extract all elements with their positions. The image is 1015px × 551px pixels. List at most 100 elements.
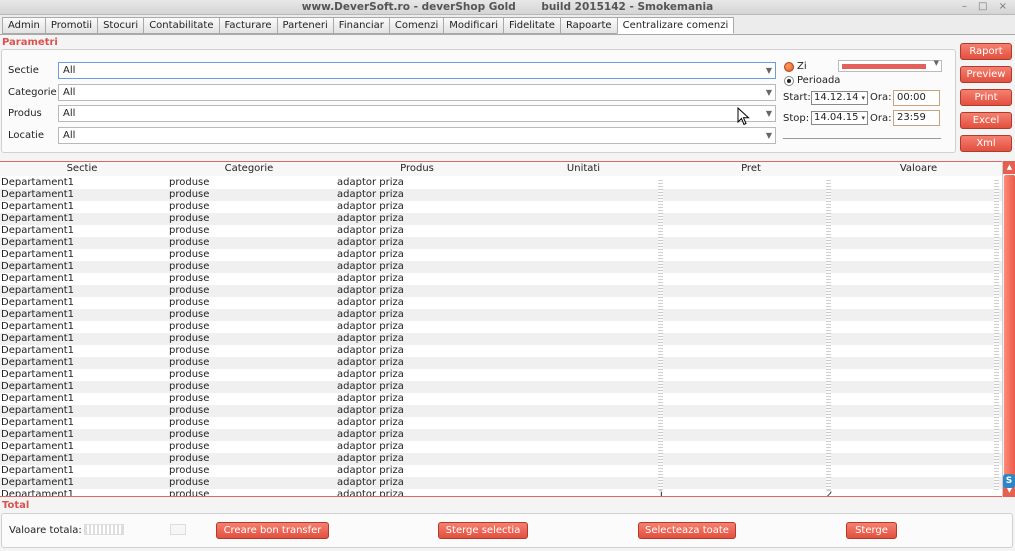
results-table[interactable]: Sectie Categorie Produs Unitati Pret Val… [0,161,1002,497]
window-controls[interactable]: – □ × [962,1,1011,12]
radio-perioada-indicator[interactable] [784,75,794,86]
tab-modificari[interactable]: Modificari [443,17,503,34]
cell-sectie: Departament1 [1,213,75,224]
table-row[interactable]: Departament1 produse adaptor priza [0,417,1002,429]
column-header-valoare[interactable]: Valoare [835,163,1002,174]
column-header-unitati[interactable]: Unitati [500,163,667,174]
cell-produs: adaptor priza [337,297,404,308]
table-row[interactable]: Departament1 produse adaptor priza [0,285,1002,297]
table-row[interactable]: Departament1 produse adaptor priza [0,369,1002,381]
table-row[interactable]: Departament1 produse adaptor priza [0,357,1002,369]
chevron-down-icon[interactable]: ▼ [766,128,772,143]
column-header-produs[interactable]: Produs [334,163,500,174]
cell-produs: adaptor priza [337,357,404,368]
table-row[interactable]: Departament1 produse adaptor priza [0,405,1002,417]
table-row[interactable]: Departament1 produse adaptor priza 1 2 [0,489,1002,496]
xml-button[interactable]: Xml [960,135,1012,152]
table-row[interactable]: Departament1 produse adaptor priza [0,177,1002,189]
sterge-selectia-button[interactable]: Sterge selectia [438,522,528,539]
cell-categorie: produse [169,309,210,320]
produs-select[interactable]: All ▼ [58,105,776,122]
print-button[interactable]: Print [960,89,1012,106]
table-row[interactable]: Departament1 produse adaptor priza [0,249,1002,261]
chevron-down-icon[interactable]: ▾ [861,112,865,124]
table-row[interactable]: Departament1 produse adaptor priza [0,225,1002,237]
sterge-button[interactable]: Sterge [846,522,897,539]
table-row[interactable]: Departament1 produse adaptor priza [0,381,1002,393]
stop-date-input[interactable]: 14.04.15 ▾ [811,111,868,125]
tab-comenzi[interactable]: Comenzi [388,17,444,34]
table-row[interactable]: Departament1 produse adaptor priza [0,321,1002,333]
column-header-pret[interactable]: Pret [667,163,835,174]
start-date-input[interactable]: 14.12.14 ▾ [811,91,868,105]
cell-sectie: Departament1 [1,441,75,452]
tab-rapoarte[interactable]: Rapoarte [559,17,617,34]
skype-icon[interactable]: S [1003,474,1015,488]
tab-contabilitate[interactable]: Contabilitate [143,17,219,34]
start-time-value: 00:00 [897,92,926,103]
table-row[interactable]: Departament1 produse adaptor priza [0,273,1002,285]
cell-categorie: produse [169,357,210,368]
tab-financiar[interactable]: Financiar [332,17,389,34]
radio-zi-indicator[interactable] [784,61,794,72]
table-row[interactable]: Departament1 produse adaptor priza [0,237,1002,249]
tab-facturare[interactable]: Facturare [218,17,277,34]
table-row[interactable]: Departament1 produse adaptor priza [0,261,1002,273]
chevron-down-icon[interactable]: ▼ [766,85,772,100]
column-header-sectie[interactable]: Sectie [0,163,164,174]
chevron-down-icon[interactable]: ▾ [861,92,865,104]
cell-sectie: Departament1 [1,393,75,404]
tab-promotii[interactable]: Promotii [44,17,98,34]
table-row[interactable]: Departament1 produse adaptor priza [0,441,1002,453]
stop-time-input[interactable]: 23:59 [893,110,940,126]
table-row[interactable]: Departament1 produse adaptor priza [0,333,1002,345]
column-header-categorie[interactable]: Categorie [164,163,334,174]
table-scrollbar[interactable]: ▲ ▼ [1002,161,1015,497]
scrollbar-thumb[interactable] [1004,175,1015,481]
creare-bon-transfer-button[interactable]: Creare bon transfer [216,522,329,539]
categorie-select[interactable]: All ▼ [58,84,776,101]
table-row[interactable]: Departament1 produse adaptor priza [0,453,1002,465]
table-row[interactable]: Departament1 produse adaptor priza [0,213,1002,225]
preview-button[interactable]: Preview [960,66,1012,83]
table-row[interactable]: Departament1 produse adaptor priza [0,345,1002,357]
radio-perioada[interactable]: Perioada [784,75,840,86]
selecteaza-toate-button[interactable]: Selecteaza toate [638,522,736,539]
cell-produs: adaptor priza [337,249,404,260]
table-row[interactable]: Departament1 produse adaptor priza [0,297,1002,309]
cell-produs: adaptor priza [337,309,404,320]
table-row[interactable]: Departament1 produse adaptor priza [0,309,1002,321]
tab-admin[interactable]: Admin [2,17,45,34]
excel-button[interactable]: Excel [960,112,1012,129]
cell-sectie: Departament1 [1,357,75,368]
field-produs: Produs [8,105,58,122]
scroll-up-icon[interactable]: ▲ [1003,161,1015,174]
table-row[interactable]: Departament1 produse adaptor priza [0,393,1002,405]
chevron-down-icon[interactable]: ▼ [934,59,939,67]
locatie-select[interactable]: All ▼ [58,127,776,144]
tab-fidelitate[interactable]: Fidelitate [502,17,560,34]
stop-label: Stop: [783,113,810,124]
table-row[interactable]: Departament1 produse adaptor priza [0,189,1002,201]
cell-categorie: produse [169,213,210,224]
tab-stocuri[interactable]: Stocuri [97,17,144,34]
table-row[interactable]: Departament1 produse adaptor priza [0,201,1002,213]
start-time-input[interactable]: 00:00 [893,90,940,106]
tab-parteneri[interactable]: Parteneri [276,17,333,34]
cell-categorie: produse [169,177,210,188]
table-row[interactable]: Departament1 produse adaptor priza [0,477,1002,489]
cell-produs: adaptor priza [337,393,404,404]
valoare-totala-extra [170,524,186,535]
tab-centralizare-comenzi[interactable]: Centralizare comenzi [616,17,735,34]
raport-button[interactable]: Raport [960,43,1012,60]
categorie-value: All [63,87,76,98]
chevron-down-icon[interactable]: ▼ [766,106,772,121]
cell-produs: adaptor priza [337,213,404,224]
zi-date-select[interactable]: ▼ [838,59,942,72]
table-row[interactable]: Departament1 produse adaptor priza [0,429,1002,441]
radio-zi[interactable]: Zi [784,61,807,72]
sectie-select[interactable]: All ▼ [58,62,776,79]
period-separator [783,138,941,139]
table-row[interactable]: Departament1 produse adaptor priza [0,465,1002,477]
chevron-down-icon[interactable]: ▼ [766,63,772,78]
